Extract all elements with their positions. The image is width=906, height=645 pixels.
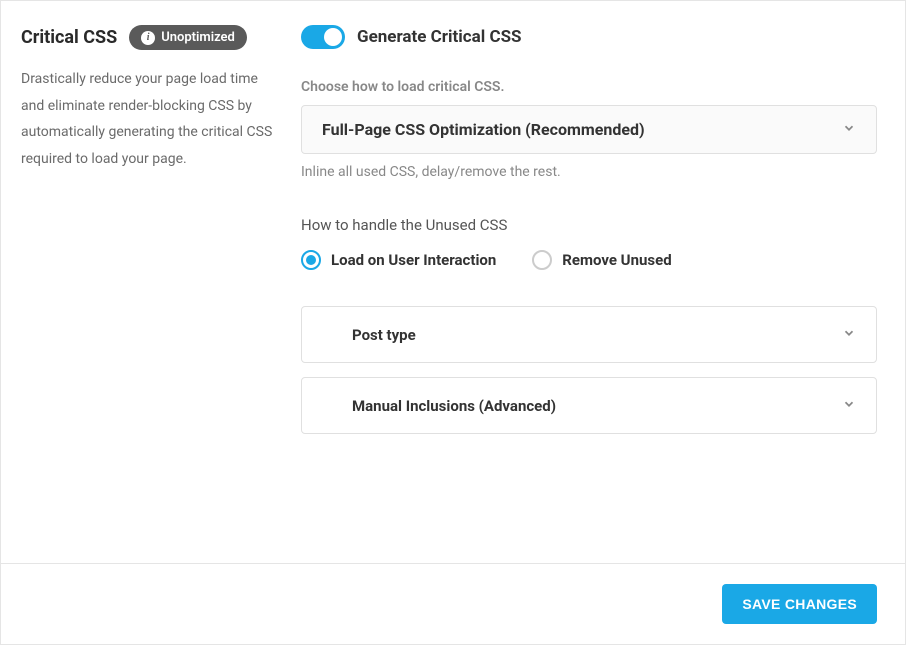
main-content: Critical CSS i Unoptimized Drastically r… (1, 1, 905, 563)
toggle-row: Generate Critical CSS (301, 25, 877, 49)
radio-label: Remove Unused (562, 251, 671, 269)
section-title: Critical CSS (21, 27, 117, 48)
radio-circle (301, 250, 321, 270)
expanders-section: Post type Manual Inclusions (Advanced) (301, 306, 877, 434)
chevron-down-icon (842, 120, 856, 139)
toggle-knob (324, 28, 342, 46)
save-changes-button[interactable]: SAVE CHANGES (722, 584, 877, 624)
load-method-label: Choose how to load critical CSS. (301, 79, 877, 95)
sidebar-info: Critical CSS i Unoptimized Drastically r… (21, 25, 301, 543)
info-icon: i (141, 31, 155, 45)
radio-label: Load on User Interaction (331, 251, 496, 269)
dropdown-value: Full-Page CSS Optimization (Recommended) (322, 120, 645, 139)
footer: SAVE CHANGES (1, 563, 905, 644)
radio-load-on-interaction[interactable]: Load on User Interaction (301, 250, 496, 270)
badge-text: Unoptimized (161, 30, 235, 45)
unused-css-radio-group: Load on User Interaction Remove Unused (301, 250, 877, 270)
toggle-label: Generate Critical CSS (357, 27, 522, 47)
radio-remove-unused[interactable]: Remove Unused (532, 250, 671, 270)
settings-form: Generate Critical CSS Choose how to load… (301, 25, 877, 543)
radio-dot (306, 255, 316, 265)
expander-label: Post type (322, 326, 416, 344)
expander-manual-inclusions[interactable]: Manual Inclusions (Advanced) (301, 377, 877, 434)
section-description: Drastically reduce your page load time a… (21, 66, 277, 172)
expander-label: Manual Inclusions (Advanced) (322, 397, 556, 415)
expander-post-type[interactable]: Post type (301, 306, 877, 363)
radio-circle (532, 250, 552, 270)
generate-critical-css-toggle[interactable] (301, 25, 345, 49)
chevron-down-icon (842, 396, 856, 415)
chevron-down-icon (842, 325, 856, 344)
load-method-helper: Inline all used CSS, delay/remove the re… (301, 164, 877, 180)
title-row: Critical CSS i Unoptimized (21, 25, 277, 50)
settings-panel: Critical CSS i Unoptimized Drastically r… (0, 0, 906, 645)
status-badge: i Unoptimized (129, 25, 247, 50)
unused-css-label: How to handle the Unused CSS (301, 216, 877, 234)
load-method-section: Choose how to load critical CSS. Full-Pa… (301, 79, 877, 180)
load-method-dropdown[interactable]: Full-Page CSS Optimization (Recommended) (301, 105, 877, 154)
unused-css-section: How to handle the Unused CSS Load on Use… (301, 216, 877, 270)
